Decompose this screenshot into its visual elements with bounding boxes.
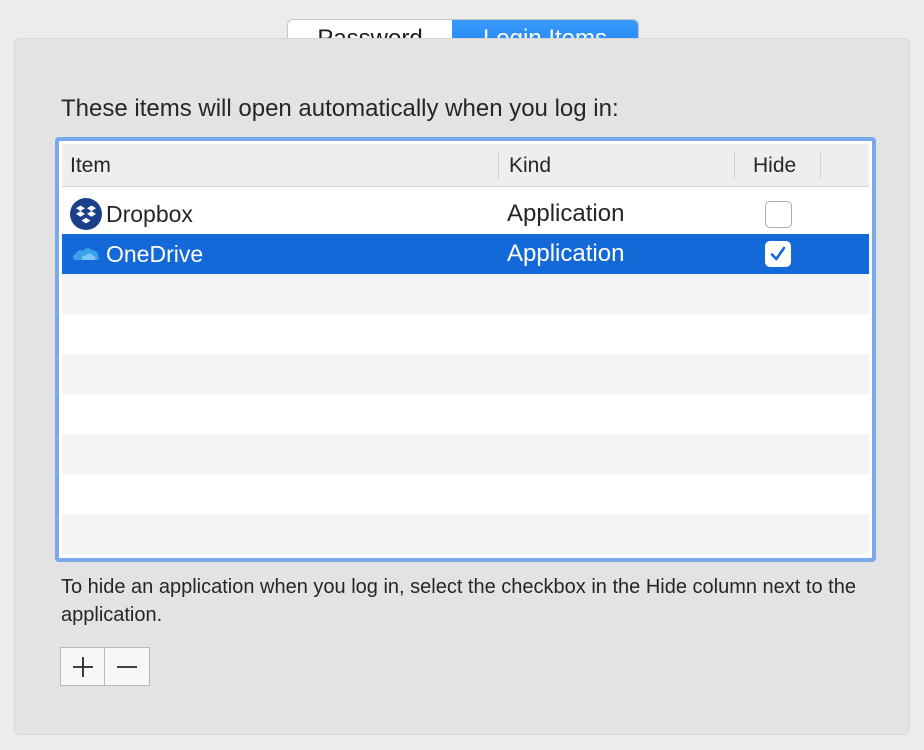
table-header: Item Kind Hide [62,144,869,187]
empty-row [62,314,869,354]
onedrive-icon [70,238,102,270]
hide-checkbox[interactable] [765,241,791,267]
empty-row [62,434,869,474]
dropbox-icon [70,198,102,230]
item-kind: Application [507,200,625,227]
column-divider [498,152,499,179]
column-header-kind[interactable]: Kind [509,144,551,187]
empty-row [62,354,869,394]
column-divider [820,152,821,179]
empty-row [62,474,869,514]
table-body: Item Kind Hide Dropbox Application OneDr… [62,144,869,555]
empty-row [62,274,869,314]
item-kind: Application [507,240,625,267]
column-header-hide[interactable]: Hide [753,144,796,187]
checkmark-icon [770,246,786,261]
remove-button[interactable] [105,648,149,685]
column-divider [734,152,735,179]
remove-icon [117,665,137,668]
add-button[interactable] [61,648,105,685]
intro-label: These items will open automatically when… [61,95,619,122]
empty-row [62,514,869,554]
login-items-table[interactable]: Item Kind Hide Dropbox Application OneDr… [55,137,876,562]
hide-hint-text: To hide an application when you log in, … [61,576,856,626]
column-header-item[interactable]: Item [70,144,111,187]
table-row-dropbox[interactable]: Dropbox Application [62,194,869,234]
add-remove-control [60,647,150,686]
add-icon [72,656,93,677]
item-name: Dropbox [106,201,193,227]
empty-row [62,394,869,434]
table-row-onedrive[interactable]: OneDrive Application [62,234,869,274]
hide-checkbox[interactable] [765,201,792,228]
item-name: OneDrive [106,241,204,267]
